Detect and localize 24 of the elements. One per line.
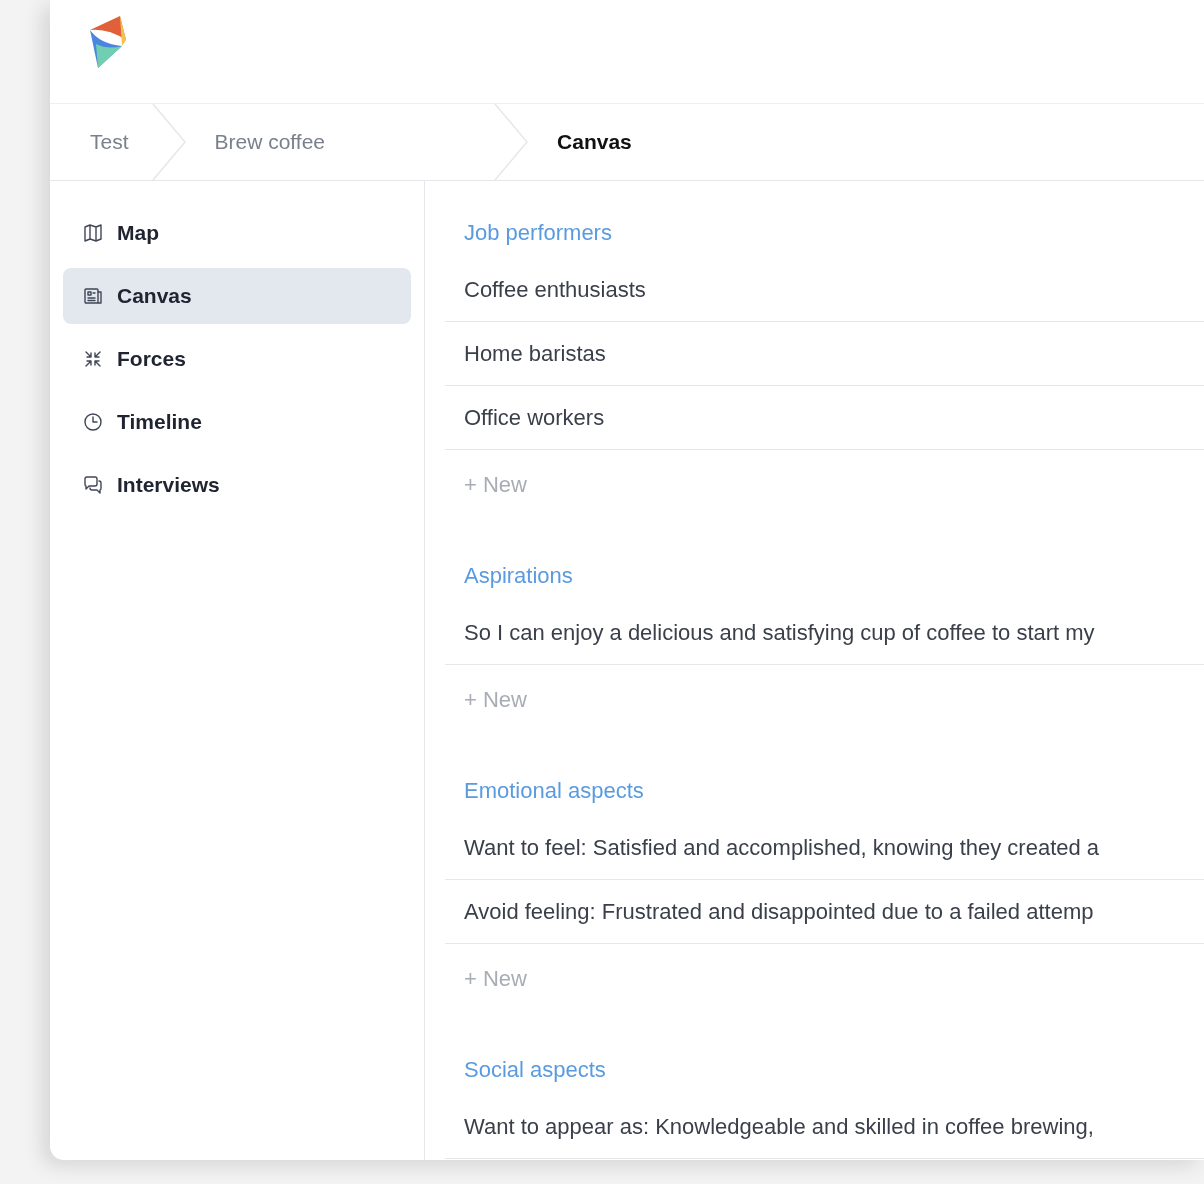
list-item[interactable]: Avoid feeling: Frustrated and disappointed due to a failed attemp (445, 880, 1204, 944)
section-heading: Emotional aspects (463, 777, 645, 805)
list-item[interactable]: So I can enjoy a delicious and satisfying cup of coffee to start my (445, 601, 1204, 665)
section-heading: Aspirations (463, 562, 574, 590)
sidebar-item[interactable]: Forces (63, 331, 411, 387)
list-item[interactable]: Want to appear as: Knowledgeable and skilled in coffee brewing, (445, 1095, 1204, 1159)
list-item[interactable]: Home baristas (445, 322, 1204, 386)
clock-icon (83, 412, 103, 432)
sidebar-item[interactable]: Map (63, 205, 411, 261)
chat-bubbles-icon (83, 475, 103, 495)
sidebar-item[interactable]: Canvas (63, 268, 411, 324)
arrows-inward-icon (83, 349, 103, 369)
newspaper-icon (83, 286, 103, 306)
breadcrumb-link[interactable]: Canvas (549, 130, 640, 154)
list-item[interactable]: Want to feel: Satisfied and accomplished, knowing they created a (445, 816, 1204, 880)
list-item[interactable]: Coffee enthusiasts (445, 258, 1204, 322)
map-icon (83, 223, 103, 243)
breadcrumb-link[interactable]: Brew coffee (206, 130, 334, 154)
list-item[interactable]: Office workers (445, 386, 1204, 450)
section-heading: Social aspects (463, 1056, 607, 1084)
breadcrumb-link[interactable]: Test (82, 130, 137, 154)
sidebar-item[interactable]: Interviews (63, 457, 411, 513)
section-heading: Job performers (463, 219, 613, 247)
sidebar-item[interactable]: Timeline (63, 394, 411, 450)
